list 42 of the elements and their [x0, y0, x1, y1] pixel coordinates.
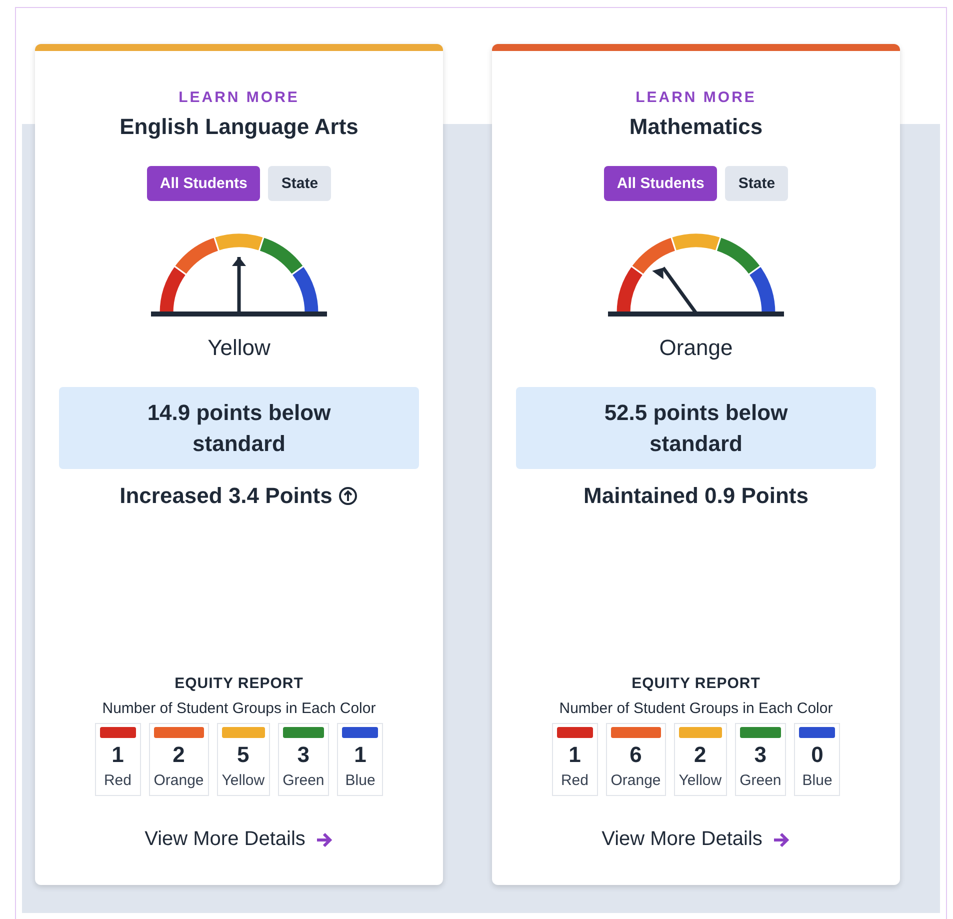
learn-more-link[interactable]: LEARN MORE	[636, 89, 756, 106]
group-label: Orange	[610, 772, 661, 789]
filter-tab[interactable]: State	[268, 166, 332, 201]
group-label: Green	[282, 772, 324, 789]
group-count: 1	[112, 742, 124, 768]
equity-report-subtitle: Number of Student Groups in Each Color	[559, 700, 833, 717]
equity-report-heading: EQUITY REPORT	[632, 675, 760, 692]
group-count: 1	[354, 742, 366, 768]
group-count: 0	[811, 742, 824, 768]
performance-color: Yellow	[208, 335, 270, 361]
performance-color: Orange	[659, 335, 733, 361]
equity-report-heading: EQUITY REPORT	[174, 675, 304, 692]
group-count: 1	[568, 742, 581, 768]
group-label: Red	[560, 772, 588, 789]
group-label: Blue	[802, 772, 832, 789]
filter-tab[interactable]: All Students	[146, 166, 260, 201]
group-count: 6	[630, 742, 642, 768]
group-count: 5	[237, 742, 250, 768]
change-text: Increased 3.4 Points	[120, 483, 332, 509]
view-details-link[interactable]: View More Details	[602, 828, 762, 851]
filter-tab[interactable]: State	[725, 166, 788, 201]
status-banner: 14.9 points below standard	[59, 387, 419, 469]
group-count: 3	[297, 742, 310, 768]
learn-more-link[interactable]: LEARN MORE	[178, 89, 300, 106]
status-banner: 52.5 points below standard	[516, 387, 876, 469]
group-label: Green	[740, 772, 782, 789]
group-label: Orange	[154, 772, 204, 789]
equity-report-subtitle: Number of Student Groups in Each Color	[102, 700, 376, 717]
group-label: Red	[104, 772, 132, 789]
group-count: 2	[694, 742, 706, 768]
group-label: Yellow	[678, 772, 722, 789]
arrow-right-icon	[772, 830, 790, 848]
arrow-right-icon	[315, 830, 334, 848]
group-count: 3	[754, 742, 767, 768]
subject-title: English Language Arts	[120, 114, 358, 140]
group-label: Blue	[345, 772, 376, 789]
view-details-link[interactable]: View More Details	[144, 828, 306, 851]
group-count: 2	[172, 742, 185, 768]
filter-tab[interactable]: All Students	[604, 166, 718, 201]
change-text: Maintained 0.9 Points	[584, 483, 808, 509]
subject-title: Mathematics	[629, 114, 763, 140]
group-label: Yellow	[222, 772, 265, 789]
